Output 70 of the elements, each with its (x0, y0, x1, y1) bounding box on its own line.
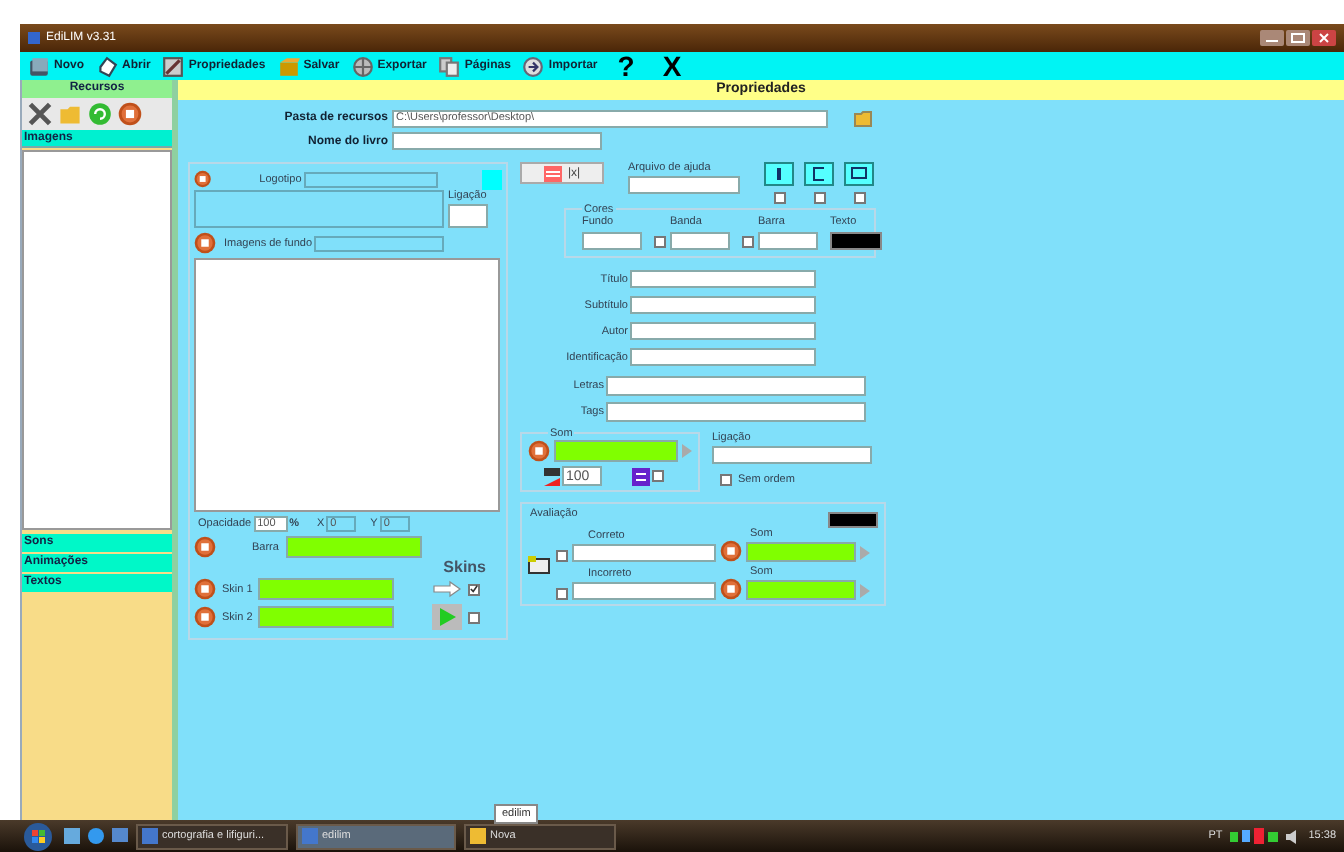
text-field[interactable] (606, 402, 866, 422)
resource-field[interactable] (258, 606, 395, 628)
color-field[interactable] (670, 232, 730, 250)
resource-field[interactable] (258, 578, 395, 600)
resource-field[interactable] (554, 440, 678, 462)
checkbox[interactable] (652, 470, 664, 482)
checkbox[interactable] (813, 192, 825, 204)
window-icon[interactable] (112, 828, 128, 844)
option-button[interactable] (844, 162, 874, 186)
color-field[interactable] (758, 232, 818, 250)
remove-icon[interactable] (720, 540, 742, 562)
text-field[interactable] (630, 296, 816, 314)
checkbox[interactable] (556, 550, 568, 562)
color-swatch[interactable] (830, 232, 882, 250)
text-field[interactable] (628, 176, 740, 194)
remove-icon[interactable] (194, 232, 216, 254)
remove-icon[interactable] (720, 578, 742, 600)
checkbox[interactable] (468, 583, 481, 595)
text-field[interactable] (630, 270, 816, 288)
text-field[interactable] (572, 544, 716, 562)
book-icon (28, 55, 50, 77)
remove-icon[interactable] (528, 440, 550, 462)
start-button[interactable] (20, 821, 56, 851)
close-icon[interactable] (1312, 30, 1336, 46)
text-field[interactable] (303, 171, 438, 187)
text-field[interactable] (314, 235, 445, 251)
minimize-icon[interactable] (1260, 30, 1284, 46)
browser-icon[interactable] (88, 828, 104, 844)
remove-icon[interactable] (194, 536, 216, 558)
pages-icon (438, 55, 461, 77)
remove-icon[interactable] (194, 578, 216, 600)
text-field[interactable] (448, 204, 488, 228)
globe-icon (351, 55, 374, 77)
text-field[interactable] (606, 376, 866, 396)
checkbox[interactable] (742, 235, 754, 247)
text-field[interactable] (630, 322, 816, 340)
color-swatch[interactable] (828, 512, 878, 528)
checkbox[interactable] (853, 192, 865, 204)
resource-field[interactable] (746, 542, 856, 562)
remove-icon[interactable] (194, 168, 212, 190)
checkbox[interactable] (468, 611, 481, 623)
network-icon[interactable] (1230, 828, 1279, 844)
text-field[interactable] (572, 582, 716, 600)
resource-field[interactable] (746, 580, 856, 600)
option-button[interactable] (764, 162, 794, 186)
resource-field[interactable] (286, 536, 423, 558)
document-icon (302, 828, 318, 844)
import-icon (522, 55, 545, 77)
remove-icon[interactable] (194, 606, 216, 628)
text-field[interactable] (630, 348, 816, 366)
maximize-icon[interactable] (1286, 30, 1310, 46)
document-icon (142, 828, 158, 844)
remove-icon[interactable] (118, 102, 142, 126)
toolbar-button[interactable]: ? (609, 52, 643, 80)
skins-title: Skins (443, 558, 486, 576)
checkbox[interactable] (720, 474, 732, 486)
app-icon (28, 32, 40, 44)
window-icon (850, 166, 868, 182)
bracket-icon (810, 166, 828, 182)
option-button[interactable] (804, 162, 834, 186)
checkbox[interactable] (773, 192, 785, 204)
refresh-icon[interactable] (88, 102, 112, 126)
box-icon (277, 55, 300, 77)
text-field[interactable] (712, 446, 872, 464)
toolbar-button[interactable]: X (654, 52, 690, 80)
color-field[interactable] (582, 232, 642, 250)
text-field[interactable] (392, 132, 602, 150)
checkbox[interactable] (654, 235, 666, 247)
checkbox[interactable] (556, 588, 568, 600)
color-swatch[interactable] (481, 169, 502, 189)
